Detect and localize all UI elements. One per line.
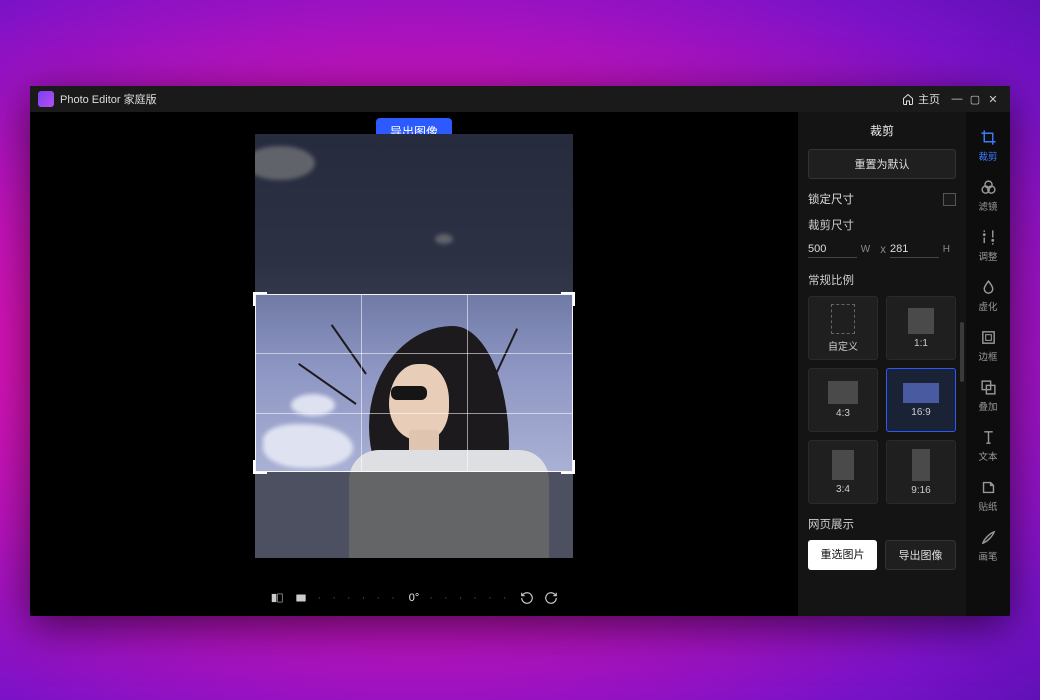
rotate-degree: 0° (409, 592, 420, 604)
crop-panel: 裁剪 重置为默认 锁定尺寸 裁剪尺寸 W x H 常规比例 自定义1:14:31… (798, 112, 966, 616)
reset-default-button[interactable]: 重置为默认 (808, 149, 956, 179)
crop-handle-br[interactable] (561, 460, 575, 474)
compare-icon[interactable] (269, 591, 285, 605)
tool-rail: 裁剪滤镜调整虚化边框叠加文本贴纸画笔 (966, 112, 1010, 616)
close-button[interactable]: ✕ (984, 93, 1002, 106)
app-logo-icon (38, 91, 54, 107)
crop-handle-tr[interactable] (561, 292, 575, 306)
sticker-icon (980, 479, 997, 496)
ratio-shape-icon (903, 383, 939, 403)
ratio-shape-icon (908, 308, 934, 334)
ratio-shape-icon (828, 381, 858, 404)
maximize-button[interactable]: ▢ (966, 93, 984, 106)
ratio-card-16:9[interactable]: 16:9 (886, 368, 956, 432)
tool-crop[interactable]: 裁剪 (968, 122, 1008, 170)
rotate-right-icon[interactable] (543, 591, 559, 605)
filter-icon (980, 179, 997, 196)
ratios-label: 常规比例 (808, 272, 956, 288)
app-window: Photo Editor 家庭版 主页 — ▢ ✕ 导出图像 (30, 86, 1010, 616)
reselect-image-button[interactable]: 重选图片 (808, 540, 877, 570)
tool-overlay[interactable]: 叠加 (968, 372, 1008, 420)
tool-text[interactable]: 文本 (968, 422, 1008, 470)
crop-size-label: 裁剪尺寸 (808, 217, 956, 233)
crop-handle-bl[interactable] (253, 460, 267, 474)
lock-size-checkbox[interactable] (943, 193, 956, 206)
canvas-bottombar: · · · · · · 0° · · · · · · (30, 580, 798, 616)
home-icon (902, 93, 914, 105)
tool-filter[interactable]: 滤镜 (968, 172, 1008, 220)
app-title: Photo Editor 家庭版 (60, 91, 157, 107)
crop-handle-tl[interactable] (253, 292, 267, 306)
tool-blur[interactable]: 虚化 (968, 272, 1008, 320)
brush-icon (980, 529, 997, 546)
crop-window[interactable] (255, 294, 573, 472)
overlay-icon (980, 379, 997, 396)
ratio-card-9:16[interactable]: 9:16 (886, 440, 956, 504)
canvas-area: 导出图像 (30, 112, 798, 616)
tool-sticker[interactable]: 贴纸 (968, 472, 1008, 520)
rotate-slider-left[interactable]: · · · · · · (317, 592, 398, 604)
home-button[interactable]: 主页 (902, 91, 940, 107)
height-input[interactable] (890, 241, 939, 258)
minimize-button[interactable]: — (948, 93, 966, 105)
blur-icon (980, 279, 997, 296)
ratio-card-自定义[interactable]: 自定义 (808, 296, 878, 360)
ratio-card-4:3[interactable]: 4:3 (808, 368, 878, 432)
lock-size-label: 锁定尺寸 (808, 191, 854, 207)
panel-scrollbar[interactable] (960, 322, 964, 382)
ratio-shape-icon (832, 450, 854, 480)
ratio-grid: 自定义1:14:316:93:49:16 (808, 296, 956, 504)
crop-icon (980, 129, 997, 146)
titlebar: Photo Editor 家庭版 主页 — ▢ ✕ (30, 86, 1010, 112)
adjust-icon (980, 229, 997, 246)
rotate-slider-right[interactable]: · · · · · · (429, 592, 510, 604)
ratio-card-1:1[interactable]: 1:1 (886, 296, 956, 360)
panel-title: 裁剪 (808, 122, 956, 139)
rotate-left-icon[interactable] (519, 591, 535, 605)
web-display-label: 网页展示 (808, 516, 956, 532)
tool-frame[interactable]: 边框 (968, 322, 1008, 370)
export-image-button[interactable]: 导出图像 (885, 540, 956, 570)
ratio-shape-icon (831, 304, 855, 334)
text-icon (980, 429, 997, 446)
image-holder[interactable] (255, 134, 573, 558)
ratio-shape-icon (912, 449, 930, 481)
width-input[interactable] (808, 241, 857, 258)
frame-icon (980, 329, 997, 346)
tool-adjust[interactable]: 调整 (968, 222, 1008, 270)
tool-brush[interactable]: 画笔 (968, 522, 1008, 570)
fit-icon[interactable] (293, 591, 309, 605)
ratio-card-3:4[interactable]: 3:4 (808, 440, 878, 504)
